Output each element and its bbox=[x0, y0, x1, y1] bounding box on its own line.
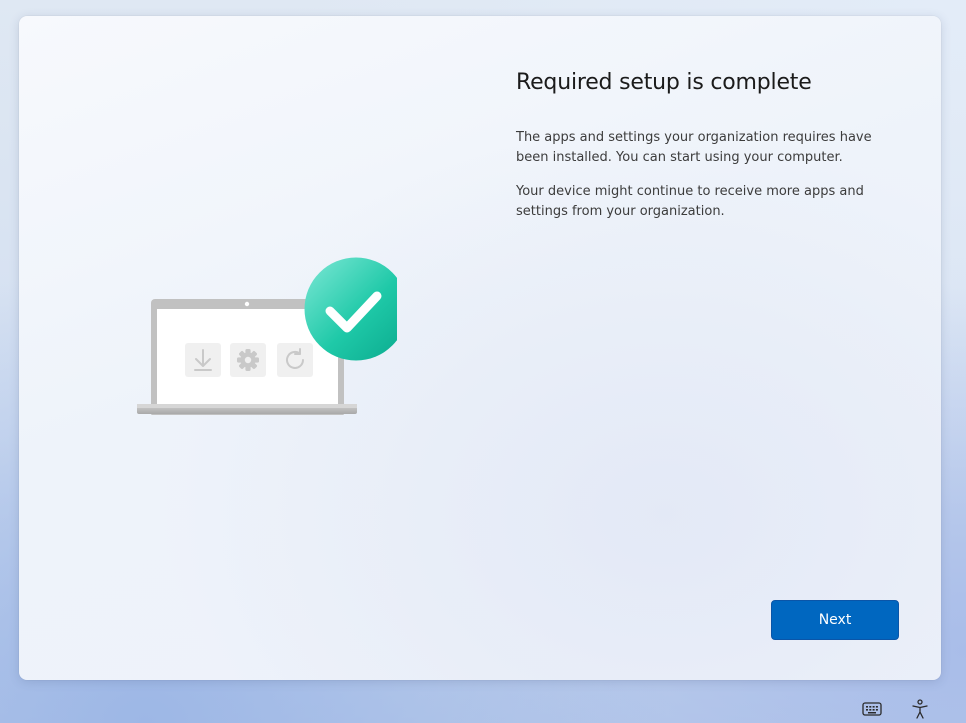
gear-icon bbox=[230, 343, 266, 377]
setup-window: Required setup is complete The apps and … bbox=[19, 16, 941, 680]
download-icon bbox=[185, 343, 221, 377]
page-title: Required setup is complete bbox=[516, 70, 812, 95]
info-paragraph: Your device might continue to receive mo… bbox=[516, 184, 864, 219]
laptop-illustration bbox=[137, 257, 397, 415]
next-button[interactable]: Next bbox=[771, 600, 899, 640]
accessibility-icon[interactable] bbox=[909, 698, 931, 720]
keyboard-icon[interactable] bbox=[861, 698, 883, 720]
description-paragraph: The apps and settings your organization … bbox=[516, 130, 872, 165]
refresh-icon bbox=[277, 343, 313, 377]
